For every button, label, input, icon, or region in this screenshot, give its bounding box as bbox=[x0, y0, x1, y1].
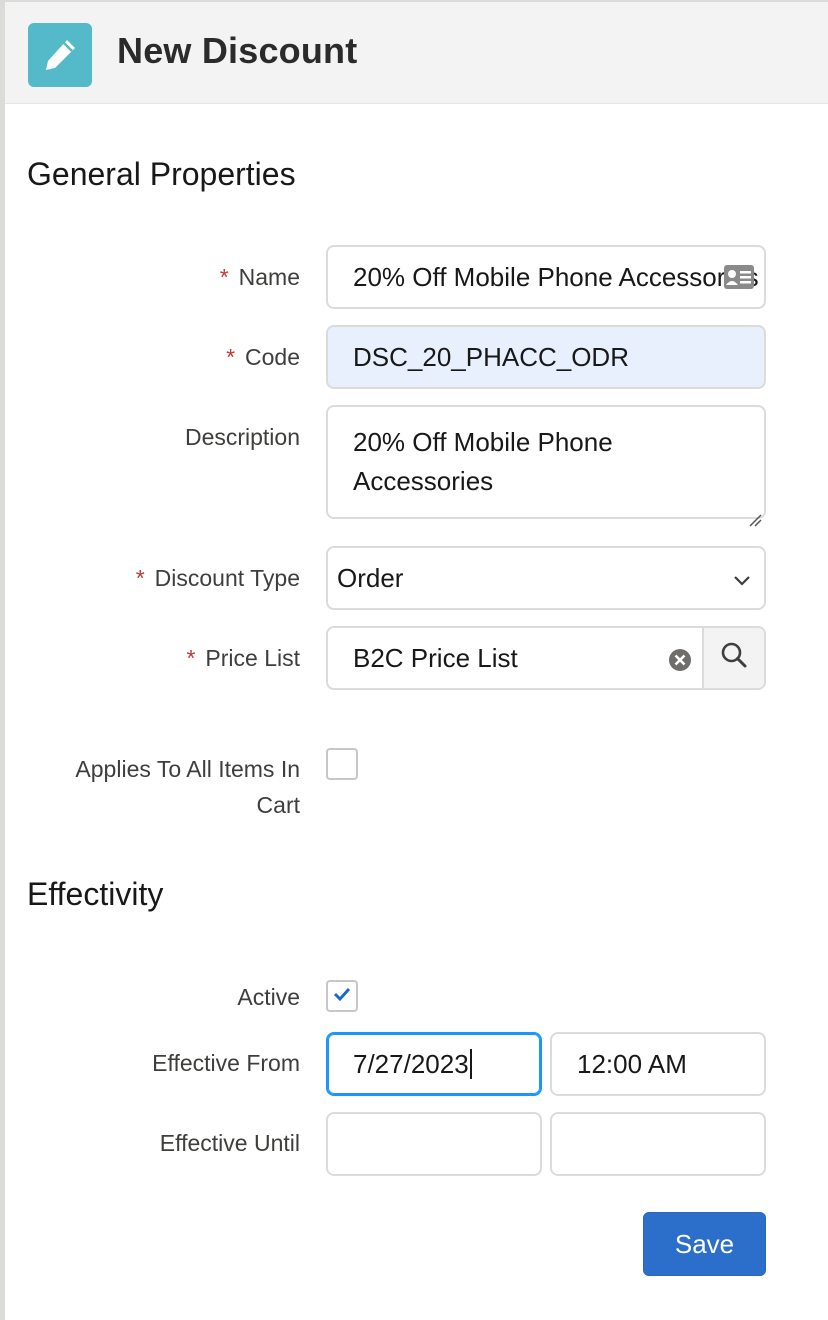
effective-from-label: Effective From bbox=[152, 1050, 300, 1076]
description-textarea[interactable]: 20% Off Mobile Phone Accessories bbox=[326, 405, 766, 527]
checkmark-icon bbox=[333, 986, 351, 1007]
applies-all-label: Applies To All Items In Cart bbox=[75, 756, 300, 818]
effective-from-date-input[interactable]: 7/27/2023 bbox=[326, 1032, 542, 1096]
effective-until-date-input[interactable] bbox=[326, 1112, 542, 1176]
code-input[interactable]: DSC_20_PHACC_ODR bbox=[326, 325, 766, 389]
clear-icon[interactable] bbox=[668, 648, 692, 672]
price-list-label: * Price List bbox=[186, 645, 300, 671]
section-title-general: General Properties bbox=[27, 156, 296, 192]
save-button[interactable]: Save bbox=[643, 1212, 766, 1276]
pencil-icon bbox=[28, 23, 92, 87]
section-title-effectivity: Effectivity bbox=[27, 876, 164, 912]
search-button[interactable] bbox=[702, 628, 764, 688]
text-cursor bbox=[469, 1049, 472, 1079]
contact-card-icon[interactable] bbox=[722, 263, 756, 291]
search-icon bbox=[720, 641, 748, 676]
page-title: New Discount bbox=[117, 30, 358, 71]
discount-type-label: * Discount Type bbox=[135, 565, 300, 591]
required-marker: * bbox=[219, 264, 229, 290]
effective-from-time-input[interactable]: 12:00 AM bbox=[550, 1032, 766, 1096]
description-label: Description bbox=[184, 424, 300, 450]
price-list-lookup[interactable]: B2C Price List bbox=[326, 626, 766, 690]
modal-header: New Discount bbox=[5, 2, 828, 104]
required-marker: * bbox=[226, 344, 236, 370]
resize-handle-icon[interactable] bbox=[746, 499, 762, 527]
active-label: Active bbox=[237, 984, 300, 1010]
code-label: * Code bbox=[226, 344, 300, 370]
required-marker: * bbox=[186, 645, 196, 671]
name-label: * Name bbox=[219, 264, 300, 290]
chevron-down-icon bbox=[732, 563, 752, 594]
effective-until-label: Effective Until bbox=[159, 1130, 300, 1156]
required-marker: * bbox=[135, 565, 145, 591]
discount-type-select[interactable]: Order bbox=[326, 546, 766, 610]
active-checkbox[interactable] bbox=[326, 980, 358, 1012]
applies-all-checkbox[interactable] bbox=[326, 748, 358, 780]
name-input[interactable]: 20% Off Mobile Phone Accessories bbox=[326, 245, 766, 309]
effective-until-time-input[interactable] bbox=[550, 1112, 766, 1176]
